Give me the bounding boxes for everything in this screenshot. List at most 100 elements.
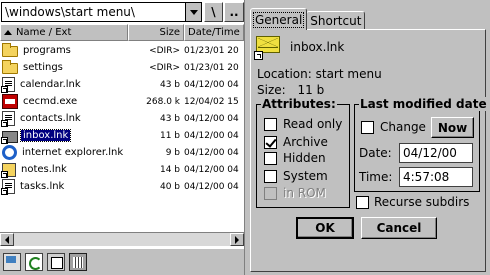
file-date: 01/23/01 20: [184, 62, 239, 73]
file-name: internet explorer.lnk: [22, 147, 124, 158]
parent-directory-button[interactable]: ..: [224, 2, 244, 22]
file-size: 43 b: [159, 79, 180, 90]
shortcut-file-icon: [1, 111, 15, 127]
file-date: 01/23/01 20: [184, 45, 239, 56]
location-value: start menu: [315, 67, 382, 81]
shortcut-arrow-icon: [1, 188, 8, 195]
root-directory-button[interactable]: \: [204, 2, 223, 22]
chevron-down-icon: [189, 9, 198, 15]
tab-shortcut[interactable]: Shortcut: [306, 11, 366, 30]
date-field[interactable]: 04/12/00: [399, 143, 473, 163]
size-value: 11 b: [297, 83, 325, 97]
file-name: tasks.lnk: [20, 181, 65, 192]
size-label: Size:: [257, 83, 286, 97]
explorer-view-icon[interactable]: [3, 253, 21, 271]
file-date: 04/12/00 04: [184, 147, 239, 158]
horizontal-scrollbar[interactable]: [0, 232, 244, 246]
scroll-left-button[interactable]: [0, 233, 14, 246]
file-date: 04/12/00 04: [184, 164, 239, 175]
shortcut-arrow-icon: [1, 170, 8, 178]
file-name: cecmd.exe: [23, 96, 78, 107]
change-checkbox[interactable]: [361, 121, 374, 134]
file-date: 04/12/00 04: [184, 181, 239, 192]
ok-button[interactable]: OK: [296, 217, 354, 239]
in-rom-checkbox: [264, 187, 277, 200]
shortcut-arrow-icon: [1, 120, 8, 127]
file-size: 11 b: [159, 130, 180, 141]
time-field[interactable]: 4:57:08: [399, 167, 473, 187]
column-header-size[interactable]: Size: [128, 24, 184, 41]
file-name: notes.lnk: [21, 164, 67, 175]
file-row-selected[interactable]: inbox.lnk 11 b 04/12/00 04: [0, 127, 244, 144]
exe-icon: [2, 94, 18, 109]
location-line: Location: start menu: [257, 67, 382, 81]
file-name: inbox.lnk: [19, 129, 72, 142]
date-label: Date:: [359, 146, 392, 160]
in-rom-label: in ROM: [283, 186, 326, 200]
file-list-header: Name / Ext Size Date/Time: [0, 24, 244, 41]
column-header-date[interactable]: Date/Time: [184, 24, 244, 41]
file-name: settings: [23, 62, 63, 73]
file-row[interactable]: notes.lnk 14 b 04/12/00 04: [0, 161, 244, 178]
sort-ascending-icon: [4, 30, 12, 35]
file-date: 04/12/00 04: [184, 130, 239, 141]
file-name: contacts.lnk: [20, 113, 81, 124]
tab-general[interactable]: General: [250, 8, 308, 30]
read-only-label: Read only: [283, 117, 343, 131]
file-size: <DIR>: [149, 45, 180, 56]
file-row[interactable]: calendar.lnk 43 b 04/12/00 04: [0, 76, 244, 93]
file-date: 04/12/00 04: [184, 113, 239, 124]
last-modified-title: Last modified date: [359, 97, 488, 111]
shortcut-arrow-icon: [1, 86, 8, 93]
file-row[interactable]: settings <DIR> 01/23/01 20: [0, 59, 244, 76]
now-button[interactable]: Now: [431, 117, 474, 138]
ie-icon: [2, 145, 17, 160]
file-list: programs <DIR> 01/23/01 20 settings <DIR…: [0, 42, 244, 232]
shortcut-arrow-icon: [254, 51, 263, 60]
bottom-toolbar: [0, 249, 244, 275]
folder-icon: [2, 60, 18, 74]
file-size: <DIR>: [149, 62, 180, 73]
location-label: Location:: [257, 67, 312, 81]
notes-shortcut-icon: [1, 162, 16, 178]
system-checkbox[interactable]: [264, 170, 277, 183]
file-date: 04/12/00 04: [184, 79, 239, 90]
size-line: Size: 11 b: [257, 83, 324, 97]
cancel-button[interactable]: Cancel: [361, 217, 437, 239]
shortcut-file-icon: [1, 77, 15, 93]
system-label: System: [283, 169, 328, 183]
tab-general-label: General: [252, 11, 305, 28]
file-size: 40 b: [159, 181, 180, 192]
column-header-name[interactable]: Name / Ext: [0, 24, 128, 41]
read-only-checkbox[interactable]: [264, 118, 277, 131]
property-file-name: inbox.lnk: [290, 40, 345, 54]
path-combo-box[interactable]: \windows\start menu\: [1, 2, 202, 22]
arrow-right-icon: [235, 235, 239, 244]
shortcut-file-icon: [1, 179, 15, 195]
attributes-title: Attributes:: [261, 97, 337, 111]
refresh-icon[interactable]: [25, 253, 43, 271]
tab-strip: General Shortcut: [250, 8, 366, 30]
file-size: 268.0 k: [146, 96, 180, 107]
time-label: Time:: [359, 170, 393, 184]
properties-icon[interactable]: [47, 253, 65, 271]
folder-icon: [2, 43, 18, 57]
file-explorer-pane: \windows\start menu\ \ .. Name / Ext Siz…: [0, 0, 245, 275]
recurse-subdirs-checkbox[interactable]: [356, 196, 369, 209]
file-size: 14 b: [159, 164, 180, 175]
column-header-name-label: Name / Ext: [16, 27, 72, 38]
calculator-icon[interactable]: [69, 253, 87, 271]
file-row[interactable]: programs <DIR> 01/23/01 20: [0, 42, 244, 59]
path-text[interactable]: \windows\start menu\: [2, 5, 185, 19]
file-row[interactable]: tasks.lnk 40 b 04/12/00 04: [0, 178, 244, 195]
path-dropdown-button[interactable]: [185, 3, 201, 21]
archive-checkbox[interactable]: [264, 136, 277, 149]
mail-shortcut-icon: [1, 130, 18, 144]
hidden-checkbox[interactable]: [264, 152, 277, 165]
scroll-right-button[interactable]: [230, 233, 244, 246]
file-size: 9 b: [165, 147, 180, 158]
file-row[interactable]: contacts.lnk 43 b 04/12/00 04: [0, 110, 244, 127]
file-row[interactable]: cecmd.exe 268.0 k 12/04/02 15: [0, 93, 244, 110]
file-row[interactable]: internet explorer.lnk 9 b 04/12/00 04: [0, 144, 244, 161]
path-bar: \windows\start menu\ \ ..: [1, 2, 244, 22]
